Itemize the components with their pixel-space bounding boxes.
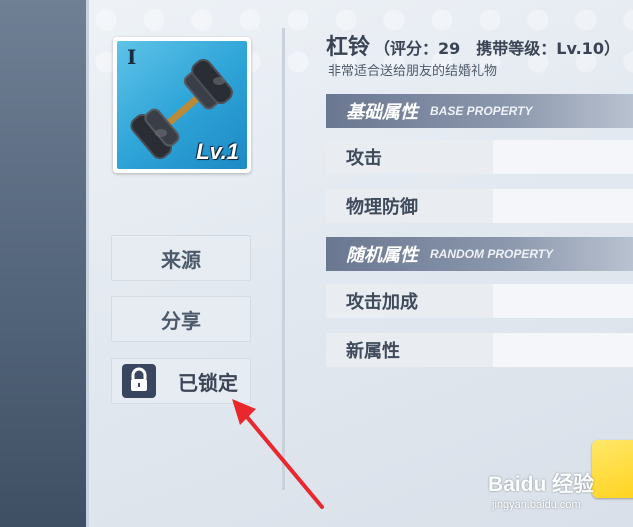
share-button-label: 分享 xyxy=(161,308,201,333)
item-meta: （评分：29 携带等级：Lv.10） xyxy=(374,39,620,58)
source-button[interactable]: 来源 xyxy=(111,235,251,281)
annotation-arrow-icon xyxy=(232,399,324,509)
item-title-row: 杠铃 （评分：29 携带等级：Lv.10） xyxy=(326,29,620,61)
item-card-background: I Lv.1 xyxy=(117,41,247,169)
watermark-logo: Baidu 经验 xyxy=(488,473,595,496)
stat-value xyxy=(493,140,633,174)
stat-label: 新属性 xyxy=(326,333,493,367)
stat-row: 攻击 xyxy=(326,140,633,174)
stat-row: 攻击加成 xyxy=(326,284,633,318)
item-description: 非常适合送给朋友的结婚礼物 xyxy=(328,64,498,79)
watermark: Baidu 经验 jingyan.baidu.com xyxy=(488,468,594,511)
lock-icon xyxy=(122,364,156,398)
confirm-button[interactable] xyxy=(592,440,633,498)
source-button-label: 来源 xyxy=(161,247,201,272)
item-level-badge: Lv.1 xyxy=(196,139,239,164)
watermark-url: jingyan.baidu.com xyxy=(492,499,581,511)
stat-label: 攻击 xyxy=(326,140,493,174)
section-base-header: 基础属性 BASE PROPERTY xyxy=(326,94,633,128)
section-random-header: 随机属性 RANDOM PROPERTY xyxy=(326,237,633,271)
stat-value xyxy=(493,333,633,367)
stat-value xyxy=(493,284,633,318)
stat-label: 物理防御 xyxy=(326,189,493,223)
background-left xyxy=(0,0,90,527)
item-card: I Lv.1 xyxy=(113,37,251,173)
stat-label: 攻击加成 xyxy=(326,284,493,318)
section-random-subtitle: RANDOM PROPERTY xyxy=(430,247,554,261)
stat-row: 物理防御 xyxy=(326,189,633,223)
lock-button-label: 已锁定 xyxy=(178,370,238,395)
item-name: 杠铃 xyxy=(326,35,371,60)
stat-value xyxy=(493,189,633,223)
share-button[interactable]: 分享 xyxy=(111,296,251,342)
stat-row: 新属性 xyxy=(326,333,633,367)
section-random-title: 随机属性 xyxy=(346,245,418,266)
section-base-title: 基础属性 xyxy=(346,102,418,123)
section-base-subtitle: BASE PROPERTY xyxy=(430,104,533,118)
